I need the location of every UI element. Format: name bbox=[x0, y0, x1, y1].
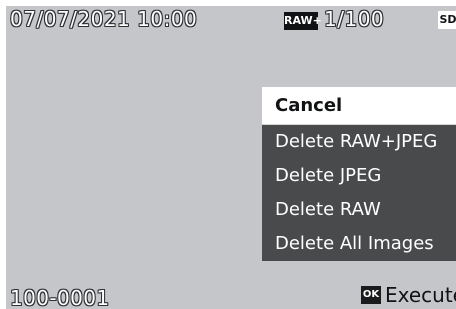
raw-plus-badge-icon: RAW+ bbox=[284, 12, 322, 30]
file-number: 100-0001 bbox=[10, 286, 110, 309]
left-edge-highlight bbox=[0, 0, 6, 309]
camera-delete-menu-screen: 07/07/2021 10:00 RAW+ 1/100 SD Cancel De… bbox=[0, 0, 456, 309]
menu-item-delete-all-images[interactable]: Delete All Images bbox=[262, 227, 456, 261]
delete-options-menu: Cancel Delete RAW+JPEG Delete JPEG Delet… bbox=[262, 87, 456, 261]
capture-datetime: 07/07/2021 10:00 bbox=[10, 7, 198, 31]
menu-item-cancel[interactable]: Cancel bbox=[262, 87, 456, 125]
menu-item-delete-raw-jpeg[interactable]: Delete RAW+JPEG bbox=[262, 125, 456, 159]
sd-card-icon: SD bbox=[438, 11, 456, 29]
shot-count: 1/100 bbox=[324, 7, 385, 31]
top-edge-highlight bbox=[0, 0, 456, 6]
execute-button[interactable]: OK Execute bbox=[361, 282, 456, 309]
execute-label: Execute bbox=[385, 283, 456, 307]
menu-item-delete-raw[interactable]: Delete RAW bbox=[262, 193, 456, 227]
menu-item-delete-jpeg[interactable]: Delete JPEG bbox=[262, 159, 456, 193]
ok-button-icon: OK bbox=[361, 286, 381, 304]
